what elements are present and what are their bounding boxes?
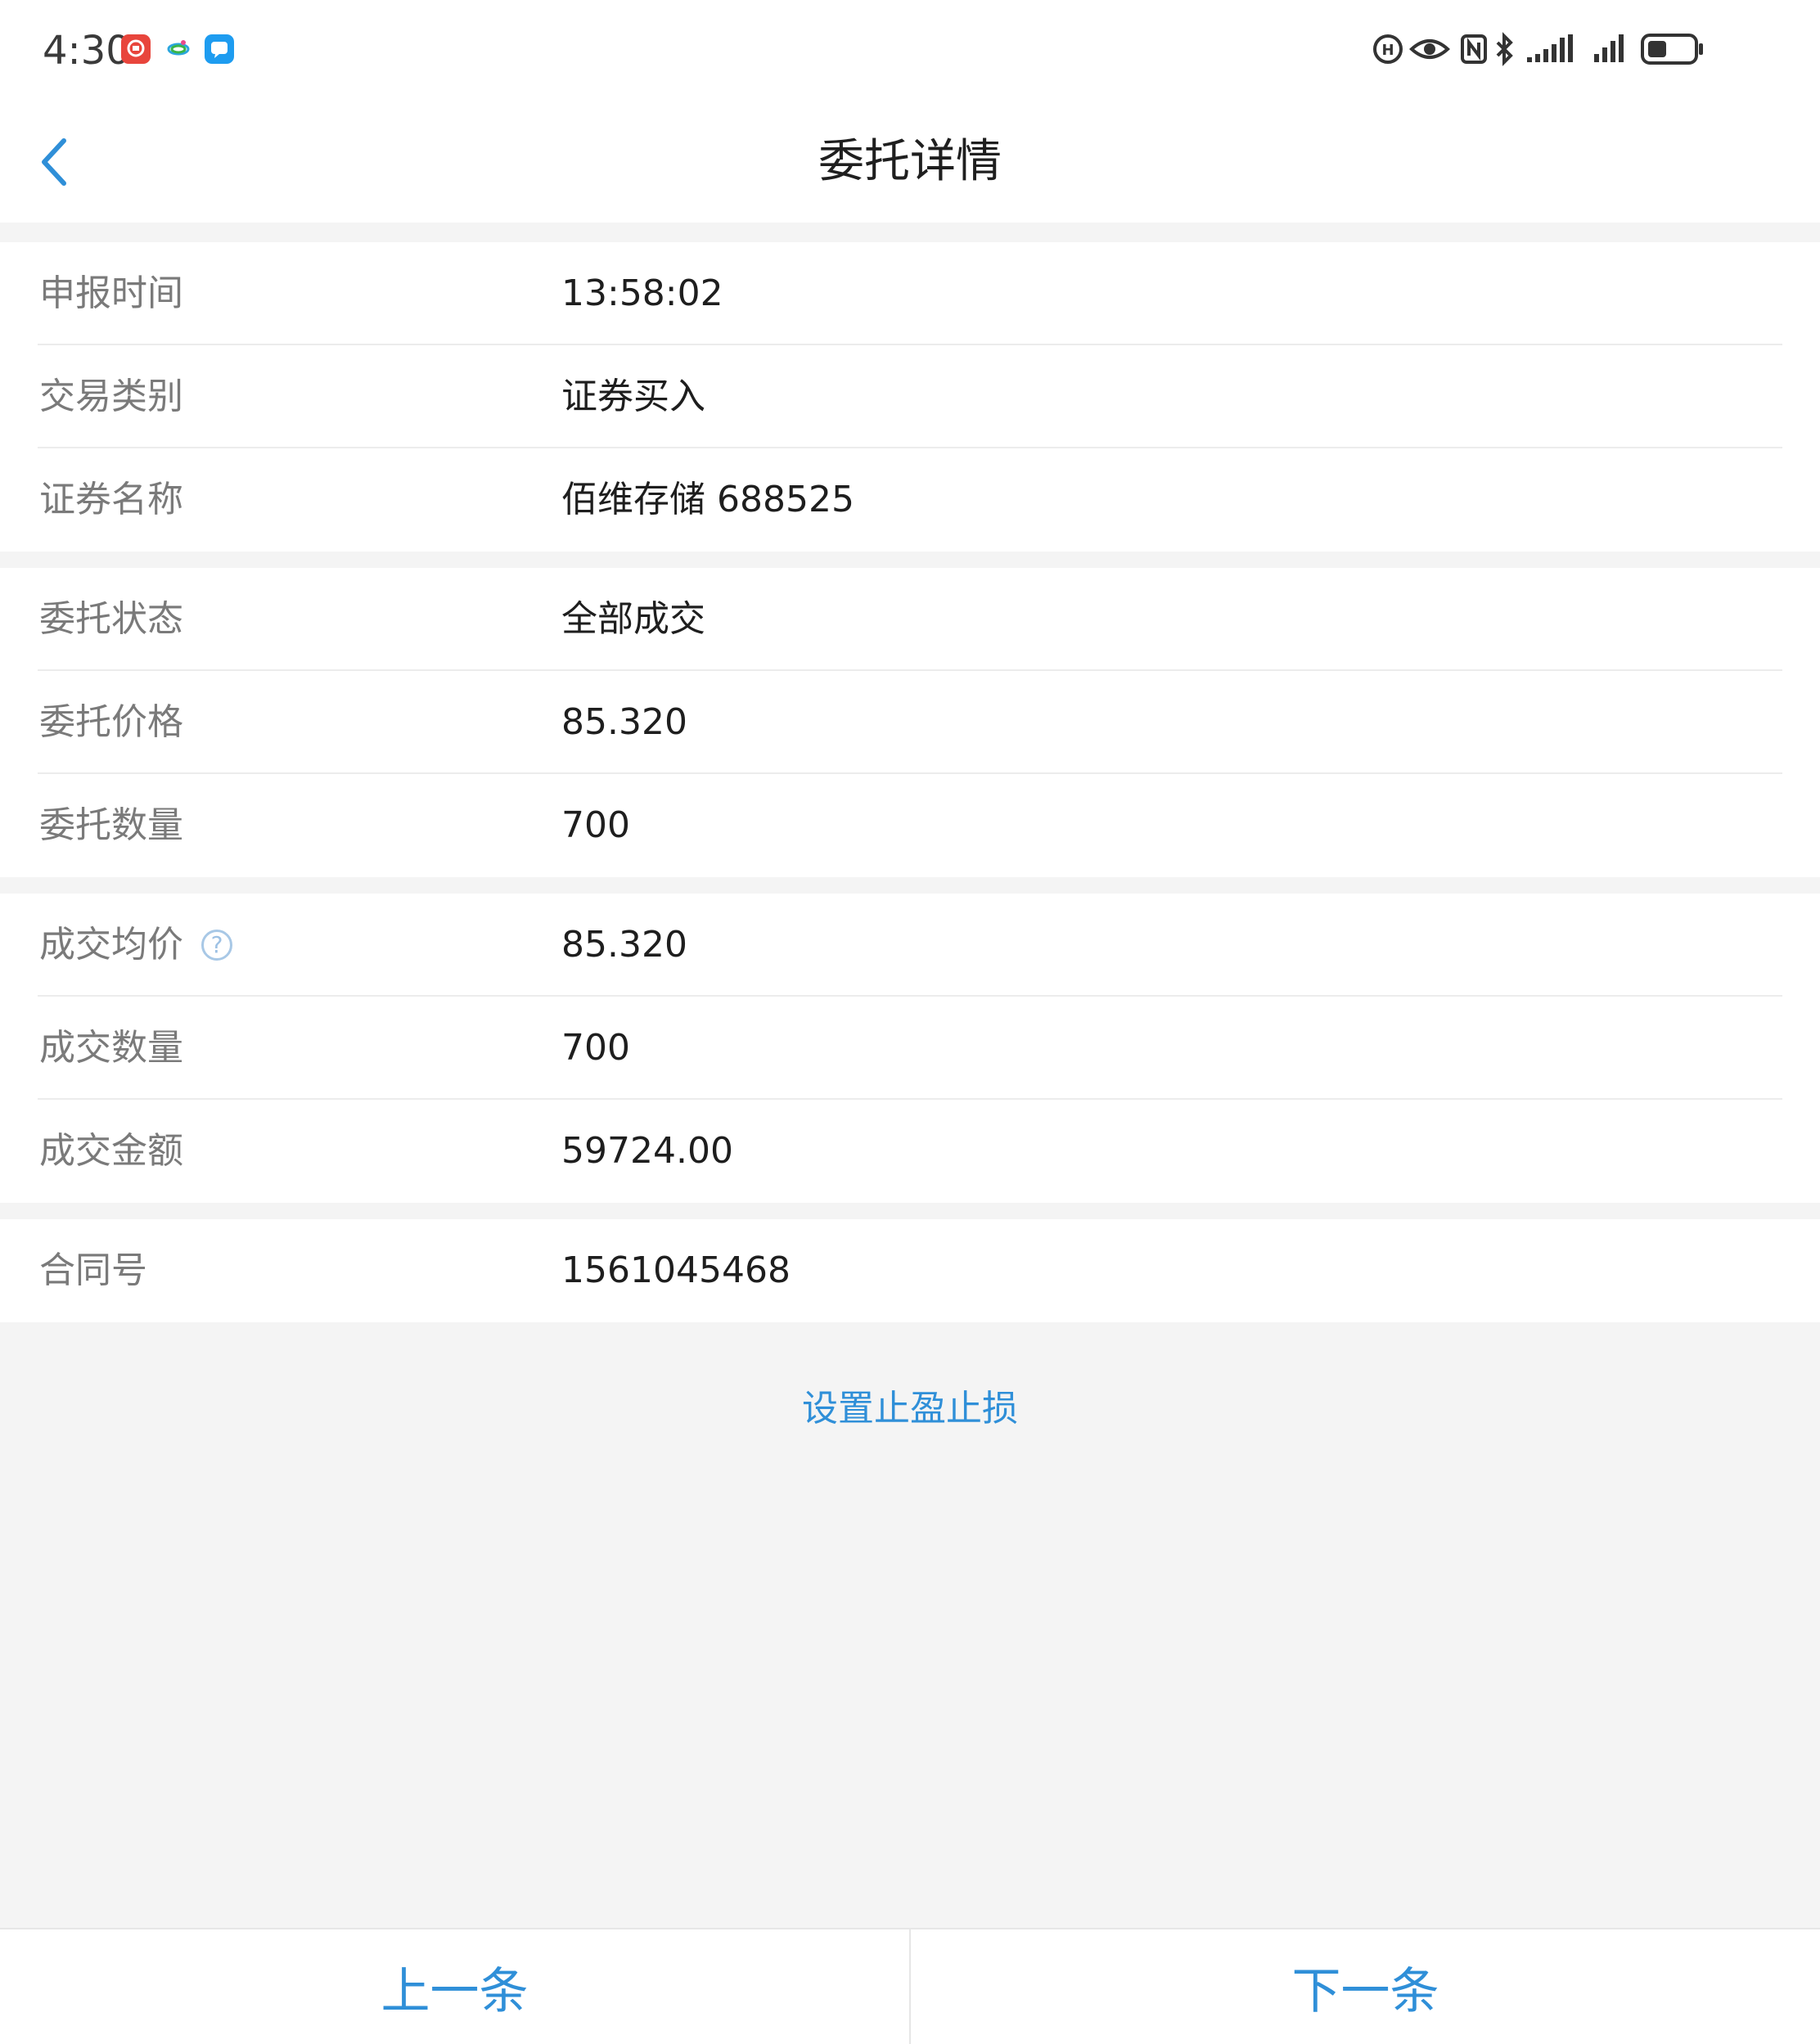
hd-icon: H	[1372, 31, 1404, 70]
detail-row-order-price: 委托价格 85.320	[0, 671, 1820, 774]
detail-row-fill-quantity: 成交数量 700	[0, 997, 1820, 1100]
bluetooth-icon	[1493, 31, 1516, 70]
row-label: 委托数量	[39, 804, 183, 846]
row-value: 700	[561, 804, 630, 846]
svg-text:H: H	[1381, 42, 1394, 59]
order-status-group: 委托状态 全部成交 委托价格 85.320 委托数量 700	[0, 568, 1820, 877]
detail-row-avg-fill-price: 成交均价 ? 85.320	[0, 894, 1820, 997]
contract-group: 合同号 1561045468	[0, 1219, 1820, 1322]
row-label: 申报时间	[39, 272, 183, 314]
detail-row-trade-type: 交易类别 证券买入	[0, 345, 1820, 448]
fill-info-group: 成交均价 ? 85.320 成交数量 700 成交金额 59724.00	[0, 894, 1820, 1203]
bottom-bar: 上一条 下一条	[0, 1928, 1820, 2044]
row-value: 85.320	[561, 924, 687, 966]
row-label: 成交金额	[39, 1130, 183, 1172]
navbar: 委托详情	[0, 106, 1820, 223]
colorful-swirl-icon	[164, 34, 193, 64]
row-label: 委托价格	[39, 701, 183, 743]
row-label: 交易类别	[39, 376, 183, 417]
row-value: 全部成交	[561, 598, 705, 640]
row-label: 合同号	[39, 1249, 147, 1291]
help-icon[interactable]: ?	[201, 930, 232, 961]
next-button[interactable]: 下一条	[911, 1929, 1820, 2044]
signal-icon	[1591, 31, 1632, 70]
detail-row-contract-number: 合同号 1561045468	[0, 1219, 1820, 1322]
blue-message-icon	[205, 34, 234, 64]
status-bar: 4:30 H	[0, 0, 1820, 106]
row-value: 证券买入	[561, 376, 705, 417]
battery-icon	[1640, 31, 1705, 70]
detail-row-declare-time: 申报时间 13:58:02	[0, 242, 1820, 345]
set-take-profit-stop-loss-link[interactable]: 设置止盈止损	[802, 1388, 1018, 1429]
row-label: 委托状态	[39, 598, 183, 640]
eye-icon	[1409, 31, 1450, 70]
previous-button[interactable]: 上一条	[0, 1929, 911, 2044]
detail-row-order-quantity: 委托数量 700	[0, 774, 1820, 877]
row-value: 13:58:02	[561, 272, 723, 314]
detail-row-security-name: 证券名称 佰维存储 688525	[0, 448, 1820, 552]
row-value: 佰维存储 688525	[561, 479, 854, 520]
red-app-icon	[121, 34, 151, 64]
page-title: 委托详情	[818, 135, 1002, 188]
row-label-text: 成交均价	[39, 924, 183, 966]
row-label: 成交均价 ?	[39, 894, 232, 997]
row-value: 85.320	[561, 701, 687, 743]
order-info-group: 申报时间 13:58:02 交易类别 证券买入 证券名称 佰维存储 688525	[0, 242, 1820, 552]
signal-icon	[1524, 31, 1578, 70]
row-value: 700	[561, 1027, 630, 1069]
detail-row-order-status: 委托状态 全部成交	[0, 568, 1820, 671]
row-label: 证券名称	[39, 479, 183, 520]
status-time: 4:30	[43, 28, 131, 74]
row-value: 59724.00	[561, 1130, 733, 1172]
row-label: 成交数量	[39, 1027, 183, 1069]
action-link-container: 设置止盈止损	[0, 1383, 1820, 1435]
nfc-icon	[1460, 31, 1488, 70]
row-value: 1561045468	[561, 1249, 791, 1291]
detail-row-fill-amount: 成交金额 59724.00	[0, 1100, 1820, 1203]
